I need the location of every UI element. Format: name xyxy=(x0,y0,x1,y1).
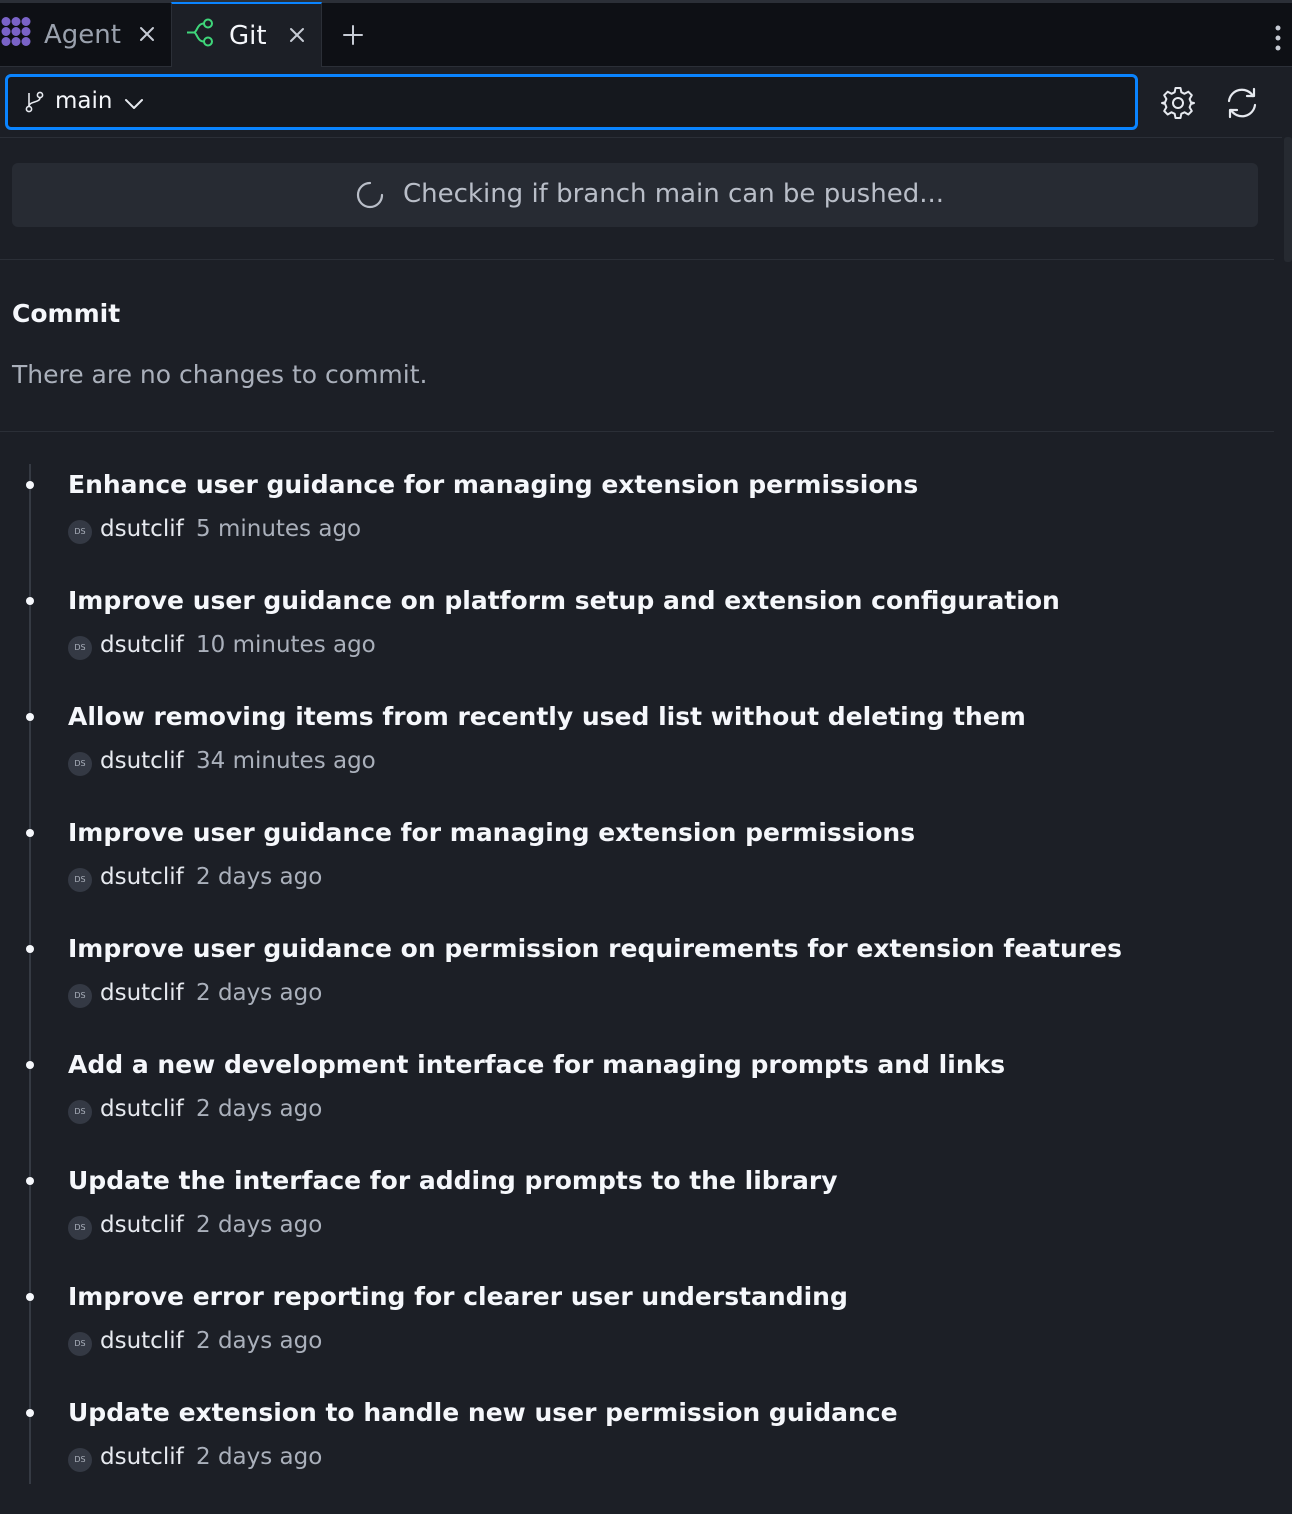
commit-history-item[interactable]: Improve user guidance on permission requ… xyxy=(0,934,1292,1050)
avatar: DS xyxy=(68,984,92,1008)
timeline-dot xyxy=(26,481,34,489)
commit-author: dsutclif xyxy=(100,1444,184,1470)
commit-author: dsutclif xyxy=(100,748,184,774)
scrollbar-thumb[interactable] xyxy=(1284,137,1292,262)
commit-time: 2 days ago xyxy=(196,1328,323,1354)
tab-git-label: Git xyxy=(229,20,267,51)
avatar: DS xyxy=(68,636,92,660)
commit-time: 34 minutes ago xyxy=(196,748,376,774)
divider xyxy=(0,259,1274,260)
commit-message: Update the interface for adding prompts … xyxy=(68,1166,838,1195)
tab-git[interactable]: Git xyxy=(171,2,322,67)
commit-history-item[interactable]: Improve user guidance on platform setup … xyxy=(0,586,1292,702)
commit-message: Allow removing items from recently used … xyxy=(68,702,1026,731)
timeline-dot xyxy=(26,829,34,837)
commit-author: dsutclif xyxy=(100,1328,184,1354)
new-tab-plus-icon[interactable] xyxy=(342,24,364,50)
commit-author: dsutclif xyxy=(100,980,184,1006)
commit-time: 2 days ago xyxy=(196,1444,323,1470)
commit-author: dsutclif xyxy=(100,1096,184,1122)
tab-agent-label: Agent xyxy=(44,19,121,50)
commit-history-item[interactable]: Improve user guidance for managing exten… xyxy=(0,818,1292,934)
commit-time: 5 minutes ago xyxy=(196,516,362,542)
agent-logo-icon xyxy=(0,15,32,54)
commit-history-item[interactable]: Enhance user guidance for managing exten… xyxy=(0,470,1292,586)
timeline-dot xyxy=(26,945,34,953)
divider xyxy=(0,137,1282,138)
commit-time: 10 minutes ago xyxy=(196,632,376,658)
commit-empty-message: There are no changes to commit. xyxy=(12,360,428,389)
refresh-icon[interactable] xyxy=(1224,85,1260,125)
timeline-dot xyxy=(26,1409,34,1417)
commit-message: Improve user guidance on platform setup … xyxy=(68,586,1060,615)
avatar: DS xyxy=(68,520,92,544)
commit-time: 2 days ago xyxy=(196,864,323,890)
more-options-icon[interactable] xyxy=(1274,25,1282,55)
commit-history-item[interactable]: Update extension to handle new user perm… xyxy=(0,1398,1292,1514)
commit-time: 2 days ago xyxy=(196,980,323,1006)
commit-author: dsutclif xyxy=(100,864,184,890)
timeline-dot xyxy=(26,1061,34,1069)
push-status-banner: Checking if branch main can be pushed... xyxy=(12,163,1258,227)
commit-message: Improve error reporting for clearer user… xyxy=(68,1282,848,1311)
tab-bar: Agent Git xyxy=(0,0,1292,67)
commit-message: Add a new development interface for mana… xyxy=(68,1050,1006,1079)
commit-message: Improve user guidance for managing exten… xyxy=(68,818,916,847)
push-status-text: Checking if branch main can be pushed... xyxy=(403,179,944,209)
branch-selector[interactable]: main xyxy=(5,74,1138,130)
divider xyxy=(0,431,1274,432)
tab-agent[interactable]: Agent xyxy=(0,3,170,66)
loading-spinner-icon xyxy=(355,180,385,214)
avatar: DS xyxy=(68,1100,92,1124)
commit-author: dsutclif xyxy=(100,632,184,658)
timeline-dot xyxy=(26,713,34,721)
commit-time: 2 days ago xyxy=(196,1212,323,1238)
commit-message: Update extension to handle new user perm… xyxy=(68,1398,898,1427)
close-icon[interactable] xyxy=(288,21,306,51)
branch-icon xyxy=(24,91,46,117)
timeline-dot xyxy=(26,1293,34,1301)
commit-section-title: Commit xyxy=(12,299,121,328)
commit-time: 2 days ago xyxy=(196,1096,323,1122)
commit-history-item[interactable]: Update the interface for adding prompts … xyxy=(0,1166,1292,1282)
commit-history-item[interactable]: Allow removing items from recently used … xyxy=(0,702,1292,818)
chevron-down-icon xyxy=(124,96,144,115)
commit-message: Improve user guidance on permission requ… xyxy=(68,934,1122,963)
branch-name: main xyxy=(55,88,113,114)
commit-history-item[interactable]: Improve error reporting for clearer user… xyxy=(0,1282,1292,1398)
commit-author: dsutclif xyxy=(100,516,184,542)
timeline-dot xyxy=(26,1177,34,1185)
timeline-dot xyxy=(26,597,34,605)
avatar: DS xyxy=(68,1216,92,1240)
commit-message: Enhance user guidance for managing exten… xyxy=(68,470,919,499)
avatar: DS xyxy=(68,1332,92,1356)
git-branch-icon xyxy=(185,16,217,55)
settings-gear-icon[interactable] xyxy=(1160,85,1196,125)
close-icon[interactable] xyxy=(138,20,156,50)
avatar: DS xyxy=(68,868,92,892)
commit-author: dsutclif xyxy=(100,1212,184,1238)
avatar: DS xyxy=(68,752,92,776)
commit-history-item[interactable]: Add a new development interface for mana… xyxy=(0,1050,1292,1166)
avatar: DS xyxy=(68,1448,92,1472)
